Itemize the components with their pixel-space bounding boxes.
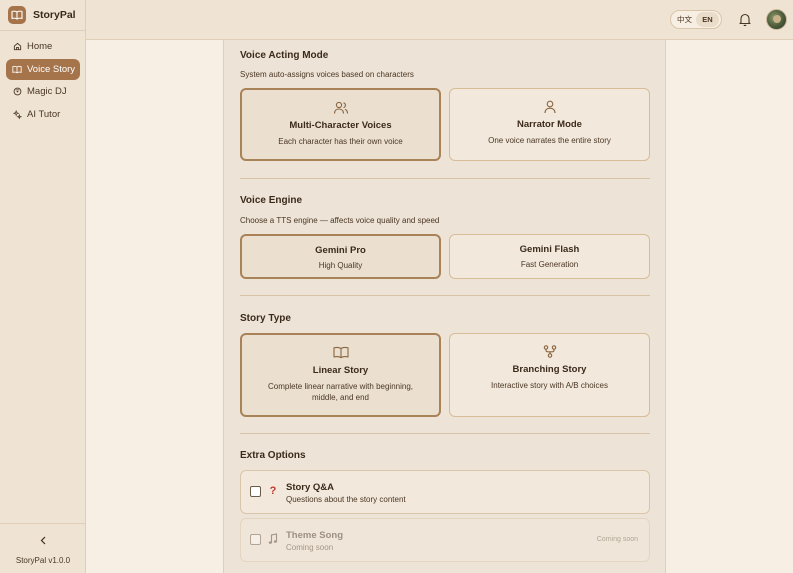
option-branching-story[interactable]: Branching Story Interactive story with A… [449, 333, 650, 417]
option-desc: One voice narrates the entire story [488, 136, 611, 145]
open-book-icon [242, 346, 439, 359]
lang-option-zh[interactable]: 中文 [673, 12, 696, 27]
section-title-voice-engine: Voice Engine [240, 195, 303, 206]
sidebar-item-voice-story[interactable]: Voice Story [6, 58, 80, 80]
divider [0, 523, 86, 524]
section-title-extra-options: Extra Options [240, 450, 306, 461]
story-qa-checkbox[interactable] [250, 486, 261, 497]
option-theme-song: Theme Song Coming soon Coming soon [240, 518, 650, 562]
option-desc: Fast Generation [520, 260, 579, 269]
sidebar-item-label: Voice Story [27, 63, 76, 75]
home-icon [12, 42, 22, 52]
option-story-qa[interactable]: ? Story Q&A Questions about the story co… [240, 470, 650, 514]
brand[interactable]: StoryPal [0, 0, 85, 30]
option-gemini-pro[interactable]: Gemini Pro High Quality [240, 234, 441, 279]
main-panel: Voice Acting Mode System auto-assigns vo… [223, 40, 666, 573]
app-version: StoryPal v1.0.0 [15, 556, 71, 565]
option-title: Narrator Mode [517, 119, 582, 130]
sparkle-icon [12, 109, 22, 119]
app-name: StoryPal [33, 9, 76, 21]
divider [0, 30, 86, 31]
sidebar-item-label: Magic DJ [27, 86, 67, 97]
chevron-left-icon [40, 536, 46, 544]
language-toggle[interactable]: 中文 EN [670, 10, 722, 29]
option-title: Branching Story [512, 364, 587, 375]
disc-icon [12, 87, 22, 97]
section-desc-voice-engine: Choose a TTS engine — affects voice qual… [240, 216, 440, 225]
book-icon [12, 64, 22, 74]
sidebar-nav: Home Voice Story Magic DJ AI Tutor [6, 36, 80, 126]
sidebar-item-ai-tutor[interactable]: AI Tutor [6, 104, 80, 125]
option-multi-character-voices[interactable]: Multi-Character Voices Each character ha… [240, 88, 441, 161]
sidebar: StoryPal Home Voice Story Magic DJ AI Tu… [0, 0, 86, 573]
section-title-story-type: Story Type [240, 313, 291, 324]
option-title: Gemini Flash [519, 244, 580, 255]
section-desc-voice-acting: System auto-assigns voices based on char… [240, 70, 414, 79]
sidebar-item-home[interactable]: Home [6, 36, 80, 57]
theme-song-checkbox [250, 534, 261, 545]
book-logo-icon [8, 6, 26, 24]
divider [240, 178, 650, 179]
users-icon [242, 101, 439, 115]
divider [240, 295, 650, 296]
option-title: Gemini Pro [315, 245, 366, 256]
option-desc: High Quality [318, 261, 363, 270]
option-title: Story Q&A [286, 482, 335, 493]
coming-soon-badge: Coming soon [596, 536, 638, 543]
divider [240, 433, 650, 434]
section-title-voice-acting: Voice Acting Mode [240, 50, 329, 61]
sidebar-item-label: AI Tutor [27, 108, 61, 120]
option-gemini-flash[interactable]: Gemini Flash Fast Generation [449, 234, 650, 279]
option-linear-story[interactable]: Linear Story Complete linear narrative w… [240, 333, 441, 417]
option-desc: Questions about the story content [286, 495, 406, 504]
music-note-icon [268, 533, 278, 547]
option-desc-line2: middle, and end [312, 392, 369, 402]
collapse-sidebar-button[interactable] [34, 532, 52, 548]
top-bar: 中文 EN [86, 0, 793, 40]
option-title: Theme Song [286, 530, 344, 541]
option-desc: Coming soon [286, 543, 334, 552]
option-narrator-mode[interactable]: Narrator Mode One voice narrates the ent… [449, 88, 650, 161]
user-icon [450, 100, 649, 114]
sidebar-item-label: Home [27, 41, 53, 52]
branch-icon [450, 345, 649, 358]
lang-option-en[interactable]: EN [696, 12, 719, 27]
question-icon: ? [269, 485, 277, 497]
option-desc-line1: Interactive story with A/B choices [491, 381, 608, 390]
notification-bell-icon[interactable] [738, 12, 752, 27]
sidebar-item-magic-dj[interactable]: Magic DJ [6, 81, 80, 102]
option-title: Linear Story [312, 365, 369, 376]
avatar-face [773, 15, 781, 23]
avatar[interactable] [766, 9, 787, 30]
option-title: Multi-Character Voices [289, 120, 392, 131]
option-desc: Each character has their own voice [278, 137, 403, 146]
option-desc-line1: Complete linear narrative with beginning… [268, 382, 413, 391]
